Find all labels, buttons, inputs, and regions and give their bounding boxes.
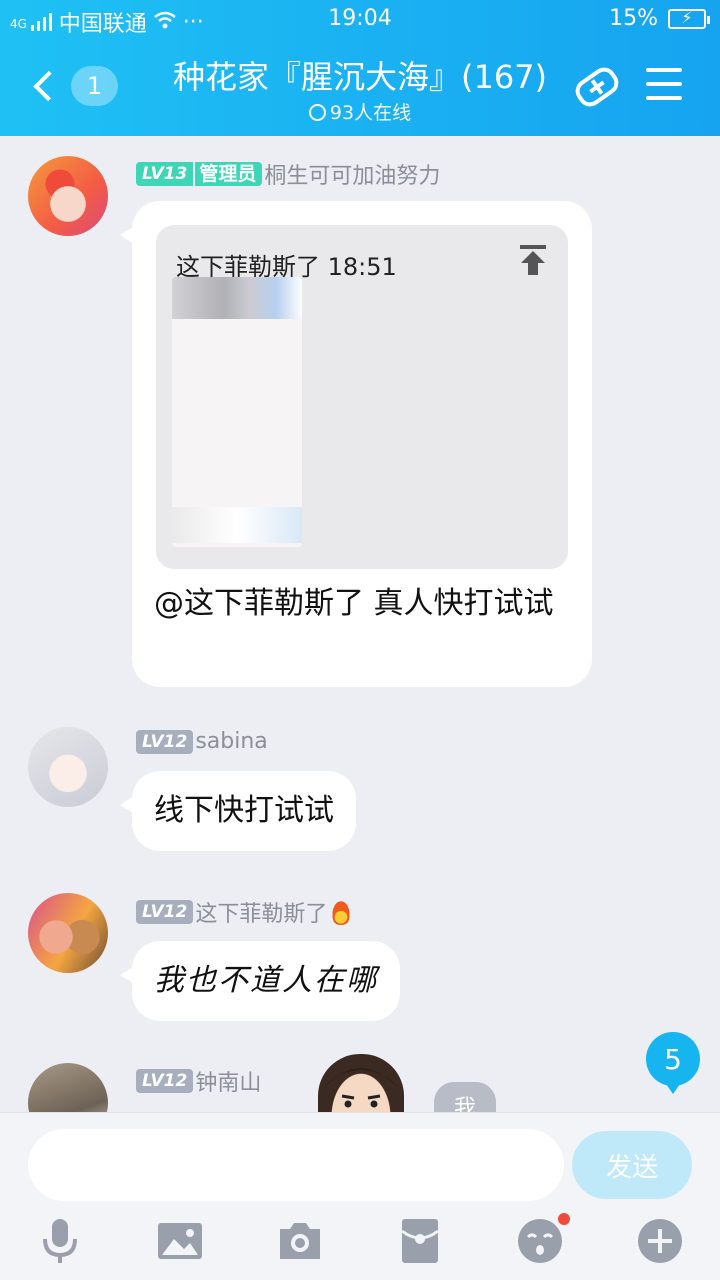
send-button[interactable]: 发送 — [572, 1131, 692, 1199]
emoji-icon[interactable] — [516, 1213, 570, 1265]
message-text: 线下快打试试 — [154, 793, 334, 828]
new-messages-badge[interactable]: 5 — [646, 1032, 700, 1094]
message-bubble[interactable]: 线下快打试试 — [120, 771, 356, 851]
avatar[interactable] — [28, 156, 108, 236]
sender-name[interactable]: 桐生可可加油努力 — [264, 158, 440, 190]
plus-icon[interactable] — [636, 1217, 684, 1265]
camera-icon[interactable] — [276, 1217, 324, 1265]
menu-line — [646, 96, 682, 100]
avatar[interactable] — [28, 727, 108, 807]
level-badge: LV13 — [136, 162, 194, 186]
message-bubble[interactable]: 这下菲勒斯了 18:51 @这下菲勒斯了 真人快打试试 — [120, 201, 592, 687]
unread-back-count: 1 — [70, 66, 118, 106]
quoted-screenshot-thumbnail[interactable] — [172, 277, 302, 547]
back-button[interactable]: 1 — [28, 60, 118, 112]
battery-percent: 15% — [609, 6, 658, 31]
level-badge: LV12 — [136, 900, 194, 924]
fire-icon — [331, 899, 352, 925]
quoted-message[interactable]: 这下菲勒斯了 18:51 — [156, 225, 568, 569]
message-meta: LV13 管理员 桐生可可加油努力 — [136, 158, 440, 190]
online-count-label: 93人在线 — [329, 102, 412, 124]
thumbnail-blur — [172, 277, 302, 319]
clock: 19:04 — [328, 6, 392, 31]
input-area: 发送 — [0, 1112, 720, 1280]
battery-icon: ⚡ — [668, 7, 710, 29]
sender-name[interactable]: 这下菲勒斯了 — [195, 896, 327, 928]
status-bar: 4G 中国联通 ··· 19:04 15% ⚡ — [0, 0, 720, 38]
message-text: 我也不道人在哪 — [154, 963, 378, 998]
level-badge: LV12 — [136, 1069, 194, 1093]
message-meta: LV12 这下菲勒斯了 — [136, 896, 352, 928]
menu-line — [646, 68, 682, 72]
microphone-icon[interactable] — [36, 1217, 84, 1265]
thumbnail-blur — [172, 507, 302, 543]
jump-to-top-icon[interactable] — [520, 245, 546, 275]
message-input[interactable] — [28, 1129, 564, 1201]
image-icon[interactable] — [156, 1217, 204, 1265]
menu-button[interactable] — [646, 68, 682, 102]
group-title[interactable]: 种花家『腥沉大海』(167) — [150, 52, 570, 98]
admin-badge: 管理员 — [195, 162, 263, 186]
level-badge: LV12 — [136, 729, 194, 754]
chat-header: 4G 中国联通 ··· 19:04 15% ⚡ 1 种花家『腥沉大海』(167)… — [0, 0, 720, 136]
charging-bolt: ⚡ — [681, 7, 693, 27]
message-bubble[interactable]: 我也不道人在哪 — [120, 941, 400, 1021]
chevron-left-icon — [33, 70, 64, 102]
menu-line — [646, 82, 682, 86]
sender-name[interactable]: 钟南山 — [195, 1065, 261, 1097]
online-count[interactable]: 93人在线 — [150, 98, 570, 125]
message-text: @这下菲勒斯了 真人快打试试 — [154, 586, 554, 621]
message-meta: LV12 钟南山 — [136, 1065, 261, 1097]
new-emoji-dot — [558, 1213, 570, 1225]
message-meta: LV12 sabina — [136, 729, 268, 754]
avatar[interactable] — [28, 893, 108, 973]
online-check-icon — [308, 104, 326, 121]
group-app-icon[interactable] — [570, 62, 624, 112]
red-packet-icon[interactable] — [396, 1217, 444, 1265]
sender-name[interactable]: sabina — [195, 729, 267, 754]
